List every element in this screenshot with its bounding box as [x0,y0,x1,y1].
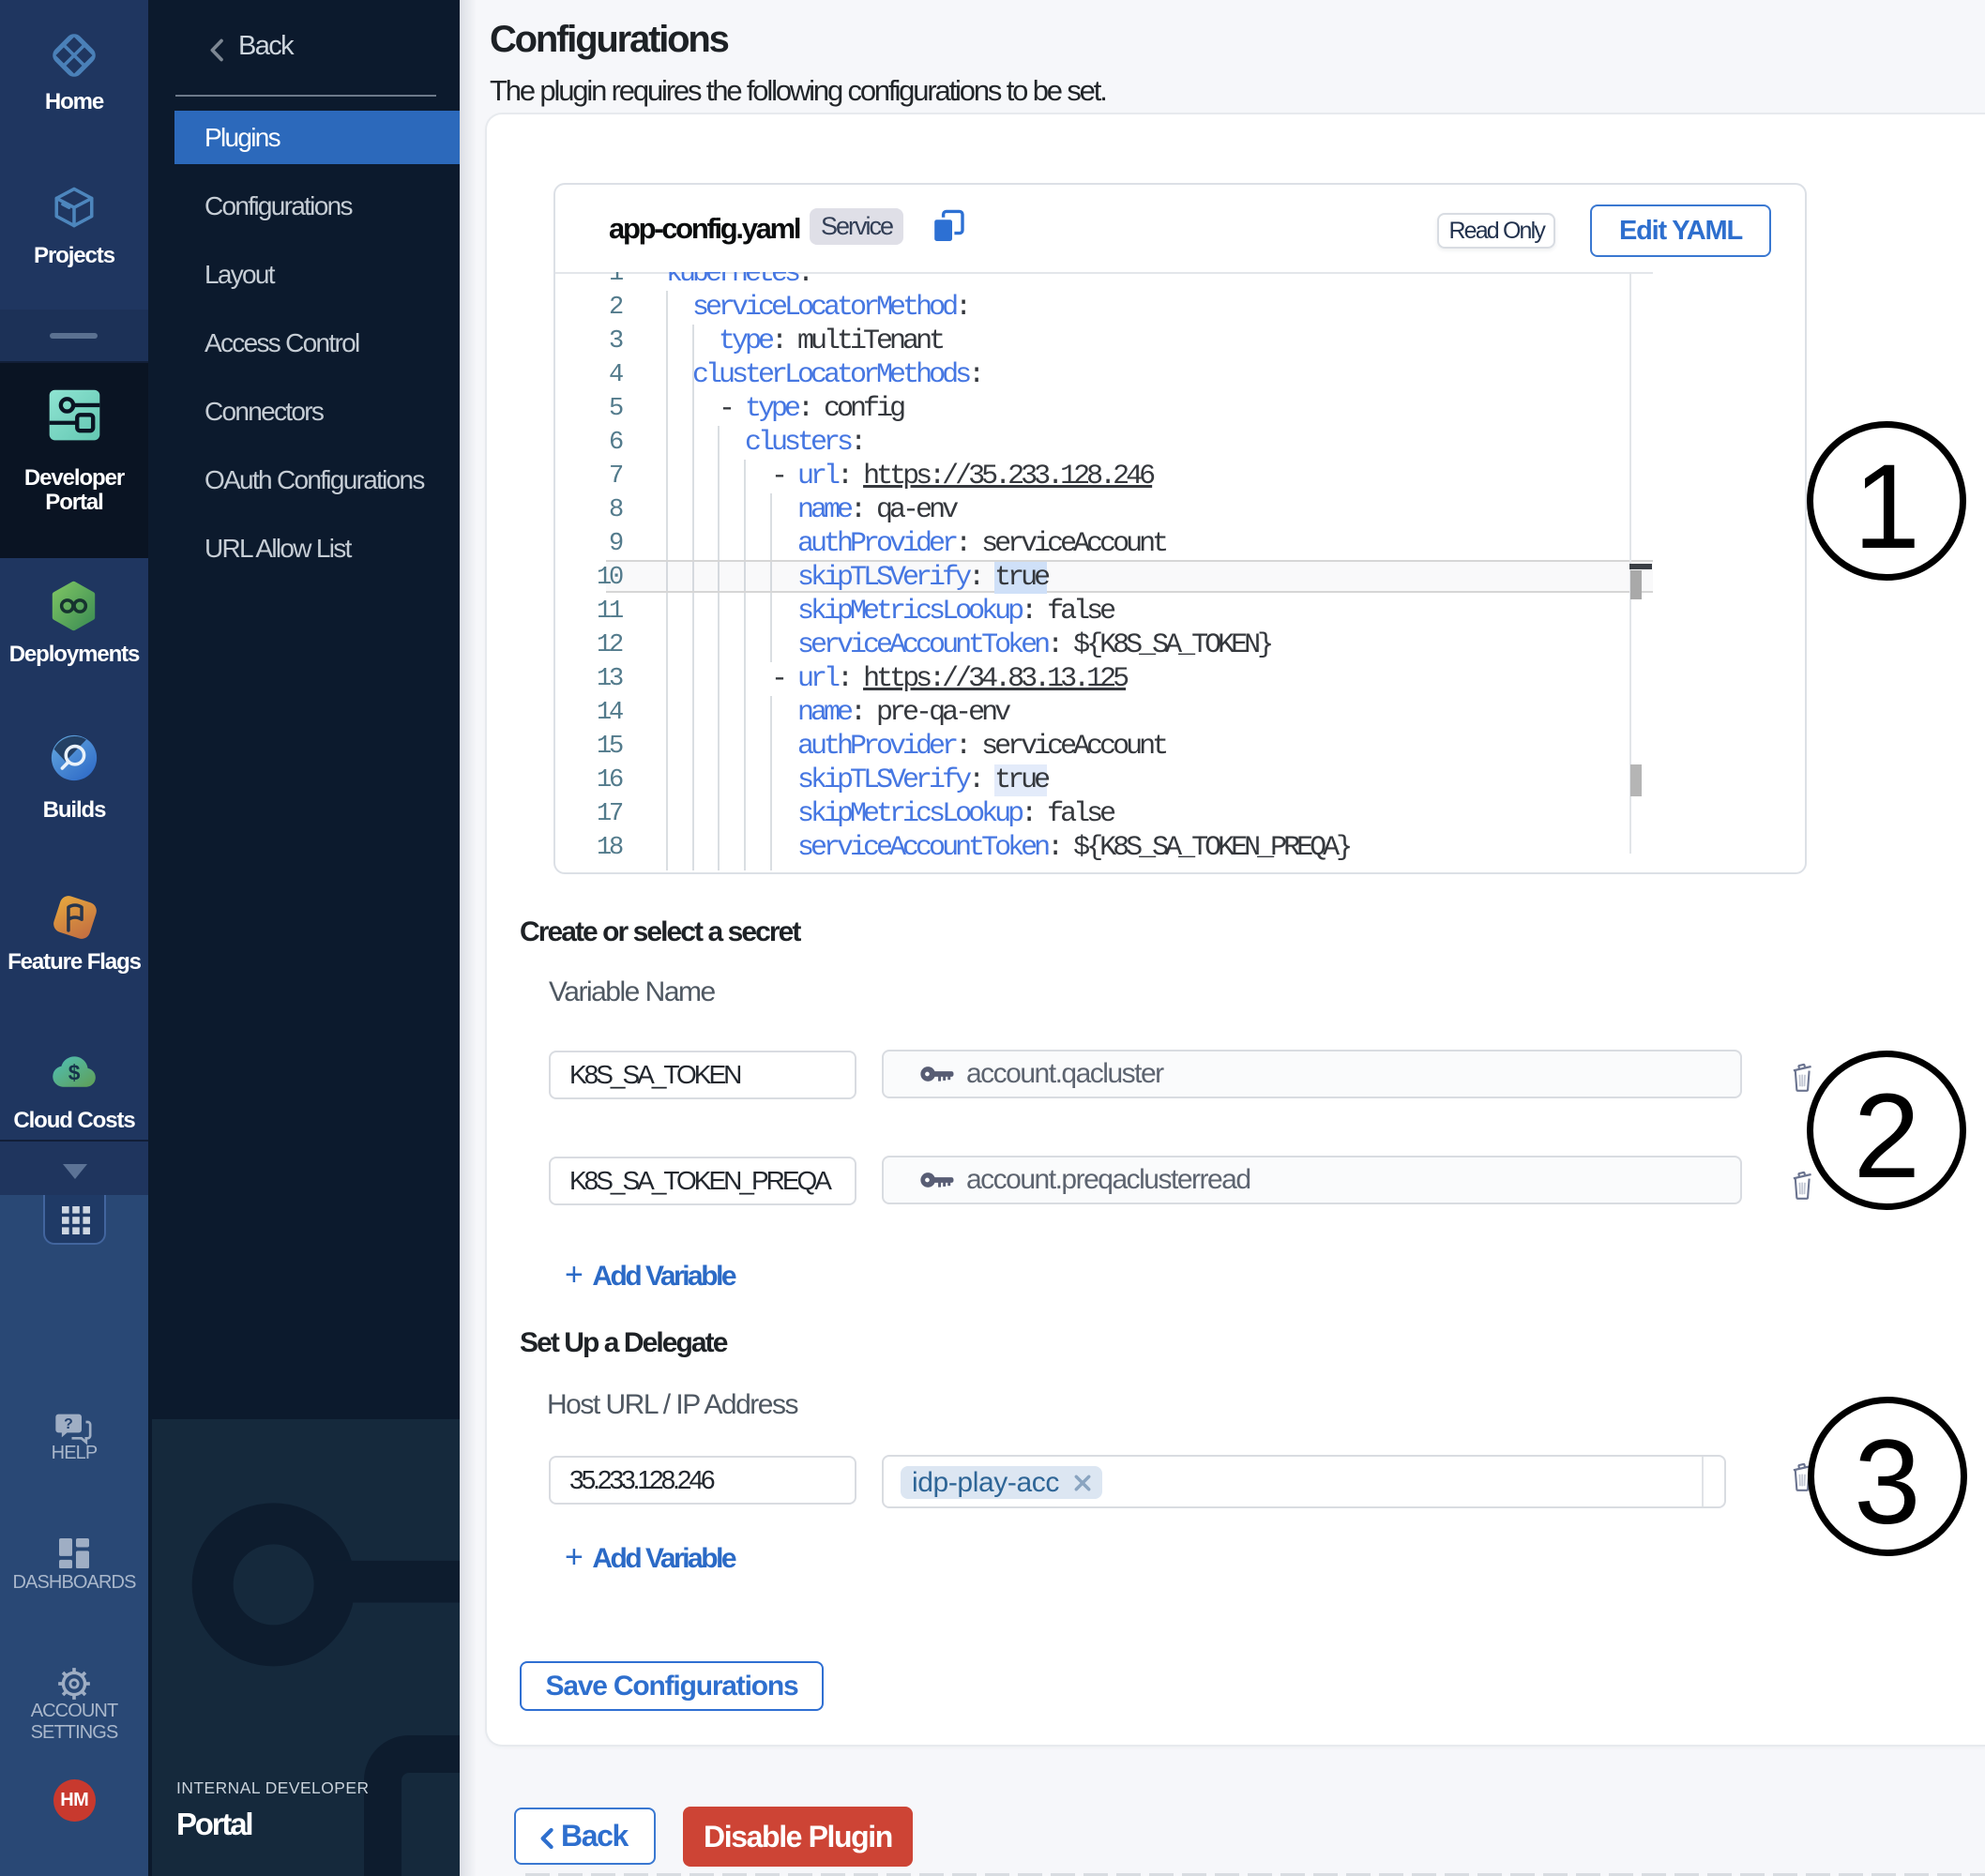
svg-text:$: $ [68,1060,81,1084]
svg-text:?: ? [64,1416,73,1432]
